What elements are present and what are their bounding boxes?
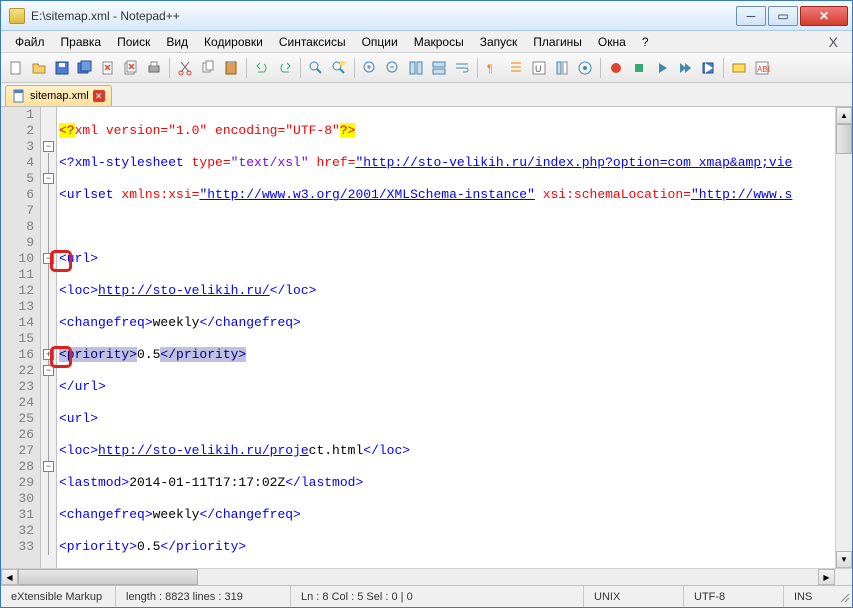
replace-button[interactable] bbox=[328, 57, 350, 79]
menu-search[interactable]: Поиск bbox=[109, 33, 158, 51]
status-bar: eXtensible Markup length : 8823 lines : … bbox=[1, 585, 852, 607]
menu-macros[interactable]: Макросы bbox=[406, 33, 472, 51]
play-macro-button[interactable] bbox=[651, 57, 673, 79]
vertical-scrollbar[interactable]: ▲ ▼ bbox=[835, 107, 852, 568]
sync-v-button[interactable] bbox=[405, 57, 427, 79]
toolbar-extra-2[interactable]: ABC bbox=[751, 57, 773, 79]
menu-encoding[interactable]: Кодировки bbox=[196, 33, 271, 51]
scroll-thumb[interactable] bbox=[836, 124, 852, 154]
minimize-button[interactable]: ─ bbox=[736, 6, 766, 26]
menu-edit[interactable]: Правка bbox=[53, 33, 110, 51]
func-list-button[interactable] bbox=[574, 57, 596, 79]
resize-grip-icon[interactable] bbox=[834, 589, 852, 605]
undo-button[interactable] bbox=[251, 57, 273, 79]
status-length: length : 8823 lines : 319 bbox=[116, 586, 291, 607]
print-button[interactable] bbox=[143, 57, 165, 79]
window-title: E:\sitemap.xml - Notepad++ bbox=[31, 9, 734, 23]
status-encoding[interactable]: UTF-8 bbox=[684, 586, 784, 607]
hscroll-thumb[interactable] bbox=[18, 569, 198, 585]
find-button[interactable] bbox=[305, 57, 327, 79]
app-icon bbox=[9, 8, 25, 24]
app-window: E:\sitemap.xml - Notepad++ ─ ▭ ✕ Файл Пр… bbox=[0, 0, 853, 608]
menu-view[interactable]: Вид bbox=[158, 33, 196, 51]
svg-text:¶: ¶ bbox=[487, 63, 493, 75]
new-file-button[interactable] bbox=[5, 57, 27, 79]
cut-button[interactable] bbox=[174, 57, 196, 79]
close-button[interactable]: ✕ bbox=[800, 6, 848, 26]
play-multi-button[interactable] bbox=[674, 57, 696, 79]
editor-area: 1 2 3 4 5 6 7 8 9 10 11 12 13 14 15 16 2… bbox=[1, 107, 852, 568]
menu-syntax[interactable]: Синтаксисы bbox=[271, 33, 354, 51]
file-icon bbox=[12, 89, 26, 103]
fold-toggle[interactable]: − bbox=[43, 173, 54, 184]
save-button[interactable] bbox=[51, 57, 73, 79]
tab-label: sitemap.xml bbox=[30, 90, 89, 102]
mdi-close-icon[interactable]: X bbox=[821, 32, 846, 52]
show-all-chars-button[interactable]: ¶ bbox=[482, 57, 504, 79]
fold-highlight-1 bbox=[50, 250, 72, 272]
code-editor[interactable]: <?xml version="1.0" encoding="UTF-8"?> <… bbox=[57, 107, 835, 568]
doc-map-button[interactable] bbox=[551, 57, 573, 79]
tab-sitemap[interactable]: sitemap.xml ✕ bbox=[5, 85, 112, 106]
status-ins[interactable]: INS bbox=[784, 586, 834, 607]
menu-run[interactable]: Запуск bbox=[472, 33, 526, 51]
wordwrap-button[interactable] bbox=[451, 57, 473, 79]
close-file-button[interactable] bbox=[97, 57, 119, 79]
toolbar: ¶ U ABC bbox=[1, 53, 852, 83]
sync-h-button[interactable] bbox=[428, 57, 450, 79]
close-all-button[interactable] bbox=[120, 57, 142, 79]
scroll-down-icon[interactable]: ▼ bbox=[836, 551, 852, 568]
save-macro-button[interactable] bbox=[697, 57, 719, 79]
svg-text:ABC: ABC bbox=[757, 65, 770, 74]
fold-highlight-2 bbox=[50, 346, 72, 368]
toolbar-extra-1[interactable] bbox=[728, 57, 750, 79]
tab-bar: sitemap.xml ✕ bbox=[1, 83, 852, 107]
indent-guide-button[interactable] bbox=[505, 57, 527, 79]
zoom-out-button[interactable] bbox=[382, 57, 404, 79]
fold-toggle[interactable]: − bbox=[43, 461, 54, 472]
menu-help[interactable]: ? bbox=[634, 33, 657, 51]
fold-toggle[interactable]: − bbox=[43, 141, 54, 152]
title-bar: E:\sitemap.xml - Notepad++ ─ ▭ ✕ bbox=[1, 1, 852, 31]
menu-options[interactable]: Опции bbox=[354, 33, 406, 51]
menu-windows[interactable]: Окна bbox=[590, 33, 634, 51]
menu-bar: Файл Правка Поиск Вид Кодировки Синтакси… bbox=[1, 31, 852, 53]
horizontal-scrollbar[interactable]: ◀ ▶ bbox=[1, 568, 852, 585]
tab-close-icon[interactable]: ✕ bbox=[93, 90, 105, 102]
status-language: eXtensible Markup bbox=[1, 586, 116, 607]
maximize-button[interactable]: ▭ bbox=[768, 6, 798, 26]
line-number-gutter: 1 2 3 4 5 6 7 8 9 10 11 12 13 14 15 16 2… bbox=[1, 107, 41, 568]
paste-button[interactable] bbox=[220, 57, 242, 79]
status-position: Ln : 8 Col : 5 Sel : 0 | 0 bbox=[291, 586, 584, 607]
menu-file[interactable]: Файл bbox=[7, 33, 53, 51]
zoom-in-button[interactable] bbox=[359, 57, 381, 79]
scroll-corner bbox=[835, 569, 852, 585]
menu-plugins[interactable]: Плагины bbox=[525, 33, 590, 51]
user-lang-button[interactable]: U bbox=[528, 57, 550, 79]
save-all-button[interactable] bbox=[74, 57, 96, 79]
record-macro-button[interactable] bbox=[605, 57, 627, 79]
copy-button[interactable] bbox=[197, 57, 219, 79]
scroll-right-icon[interactable]: ▶ bbox=[818, 569, 835, 585]
redo-button[interactable] bbox=[274, 57, 296, 79]
scroll-left-icon[interactable]: ◀ bbox=[1, 569, 18, 585]
stop-macro-button[interactable] bbox=[628, 57, 650, 79]
status-eol[interactable]: UNIX bbox=[584, 586, 684, 607]
svg-text:U: U bbox=[535, 64, 542, 74]
scroll-up-icon[interactable]: ▲ bbox=[836, 107, 852, 124]
open-file-button[interactable] bbox=[28, 57, 50, 79]
fold-gutter[interactable]: − − − + − − bbox=[41, 107, 57, 568]
